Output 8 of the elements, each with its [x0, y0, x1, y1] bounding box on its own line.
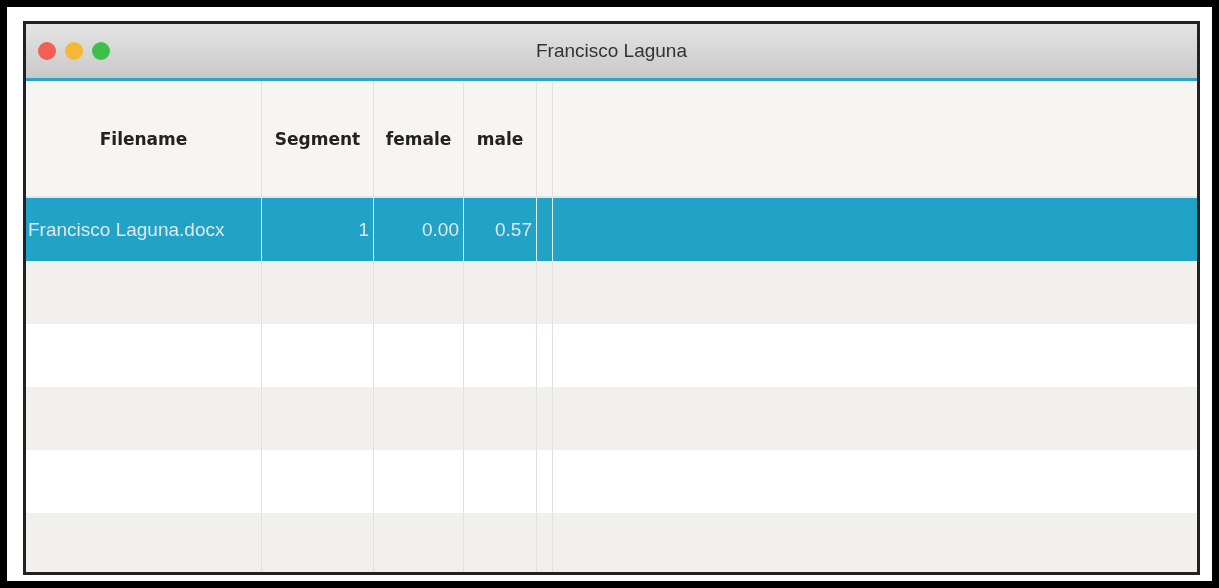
close-button[interactable] [38, 42, 56, 60]
window-title: Francisco Laguna [534, 40, 688, 62]
column-header[interactable]: male [464, 81, 537, 196]
column-header[interactable]: female [374, 81, 464, 196]
column-header[interactable]: Segment [262, 81, 374, 196]
minimize-button[interactable] [65, 42, 83, 60]
zoom-button[interactable] [92, 42, 110, 60]
column-header[interactable]: Filename [26, 81, 262, 196]
